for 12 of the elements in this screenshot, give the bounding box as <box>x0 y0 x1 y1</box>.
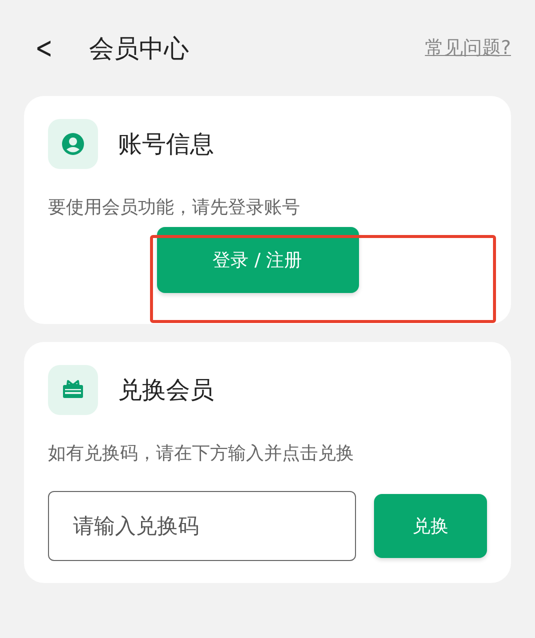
login-register-button[interactable]: 登录 / 注册 <box>156 227 358 293</box>
gift-icon <box>48 365 98 415</box>
faq-link[interactable]: 常见问题? <box>424 35 511 61</box>
user-icon <box>48 119 98 169</box>
card-description: 如有兑换码，请在下方输入并点击兑换 <box>48 442 355 465</box>
card-description: 要使用会员功能，请先登录账号 <box>48 196 301 219</box>
back-button[interactable]: < <box>30 30 56 66</box>
card-title: 账号信息 <box>118 129 214 160</box>
redeem-button[interactable]: 兑换 <box>374 494 487 558</box>
page-title: 会员中心 <box>89 32 190 64</box>
card-title: 兑换会员 <box>118 375 214 406</box>
redeem-code-field[interactable]: 请输入兑换码 <box>48 491 356 561</box>
